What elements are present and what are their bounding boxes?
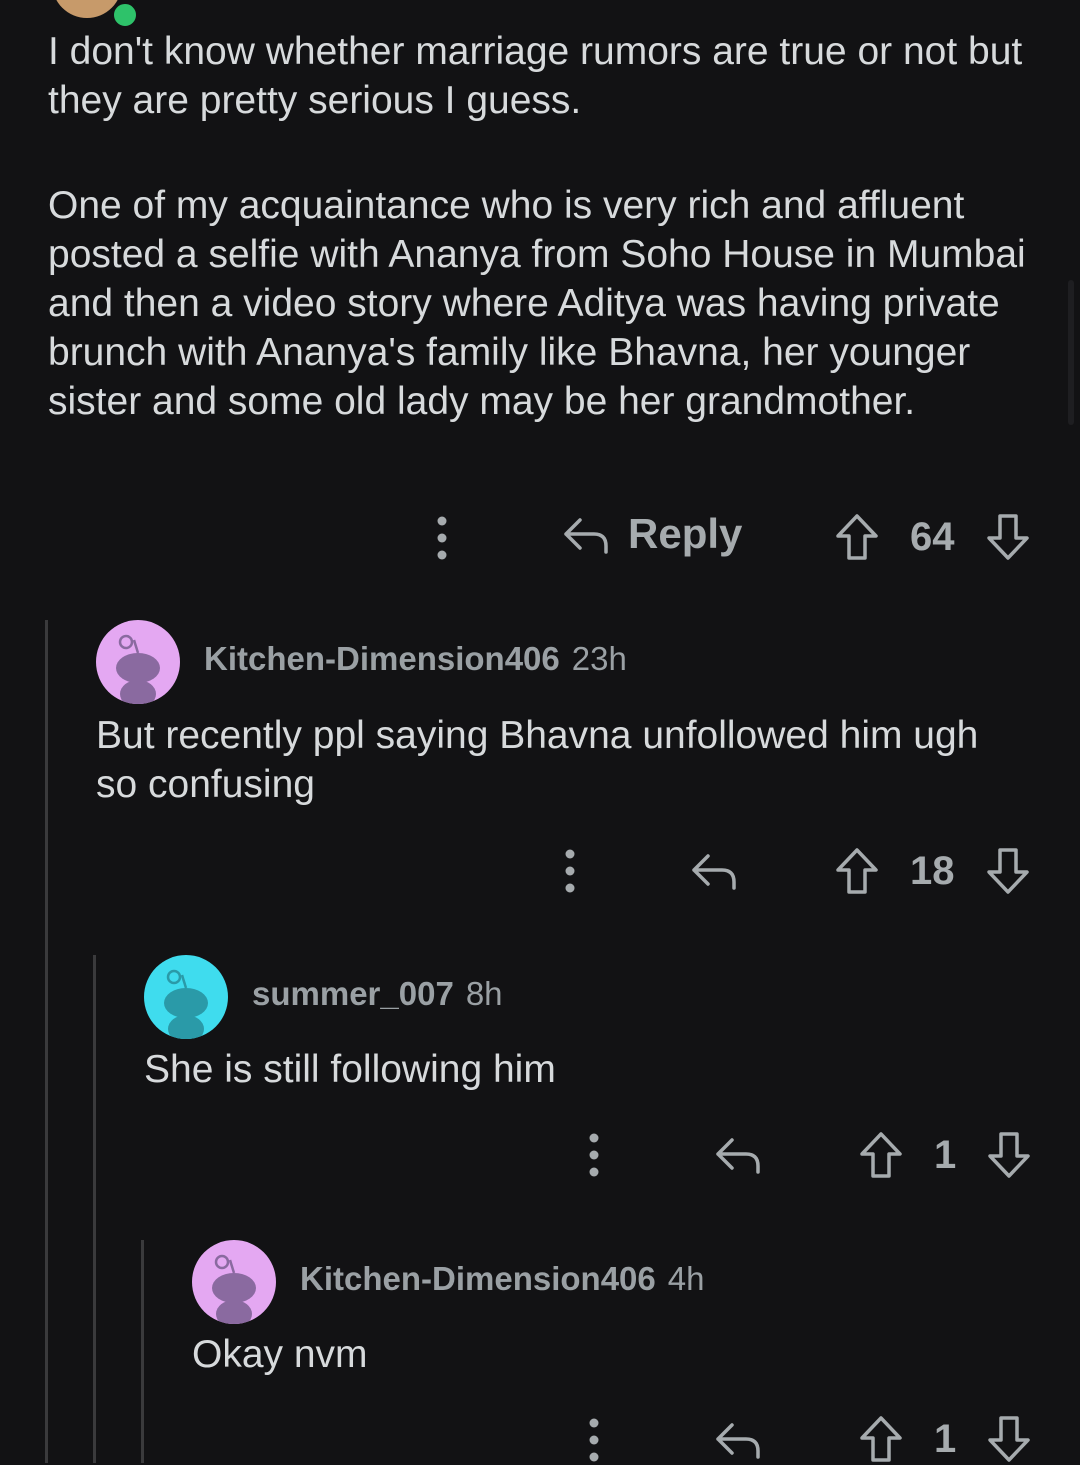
downvote-arrow-icon[interactable] bbox=[985, 846, 1031, 896]
thread-line[interactable] bbox=[45, 620, 48, 1463]
vote-count: 1 bbox=[934, 1132, 957, 1177]
comment-body: She is still following him bbox=[144, 1048, 556, 1091]
comment-body-paragraph: I don't know whether marriage rumors are… bbox=[48, 30, 1023, 122]
avatar[interactable] bbox=[192, 1240, 276, 1324]
more-options-icon[interactable] bbox=[422, 513, 462, 563]
downvote-arrow-icon[interactable] bbox=[985, 512, 1031, 562]
vote-controls: 1 bbox=[858, 1130, 1032, 1180]
comment-body: Okay nvm bbox=[192, 1333, 368, 1376]
comment-body: But recently ppl saying Bhavna unfollowe… bbox=[96, 714, 979, 806]
vote-count: 64 bbox=[910, 514, 955, 559]
downvote-arrow-icon[interactable] bbox=[986, 1130, 1032, 1180]
comment-meta: Kitchen-Dimension406 23h bbox=[204, 640, 627, 678]
vote-count: 1 bbox=[934, 1416, 957, 1461]
thread-line[interactable] bbox=[141, 1240, 144, 1463]
vote-count: 18 bbox=[910, 848, 955, 893]
timestamp: 4h bbox=[667, 1260, 705, 1297]
more-options-icon[interactable] bbox=[574, 1130, 614, 1180]
avatar[interactable] bbox=[144, 955, 228, 1039]
reply-label: Reply bbox=[628, 510, 743, 557]
upvote-arrow-icon[interactable] bbox=[858, 1130, 904, 1180]
reply-arrow-icon[interactable] bbox=[714, 1132, 762, 1176]
avatar[interactable] bbox=[96, 620, 180, 704]
timestamp: 8h bbox=[465, 975, 503, 1012]
reply-arrow-icon[interactable] bbox=[690, 848, 738, 892]
scrollbar-thumb[interactable] bbox=[1068, 280, 1074, 425]
vote-controls: 1 bbox=[858, 1414, 1032, 1464]
more-options-icon[interactable] bbox=[550, 846, 590, 896]
thread-line[interactable] bbox=[93, 955, 96, 1463]
username[interactable]: Kitchen-Dimension406 bbox=[300, 1260, 656, 1297]
reply-arrow-icon[interactable] bbox=[714, 1417, 762, 1461]
online-status-dot bbox=[111, 1, 139, 29]
vote-controls: 64 bbox=[834, 512, 1031, 562]
username[interactable]: summer_007 bbox=[252, 975, 454, 1012]
upvote-arrow-icon[interactable] bbox=[834, 512, 880, 562]
comment-meta: summer_007 8h bbox=[252, 975, 503, 1013]
comment-body-paragraph: One of my acquaintance who is very rich … bbox=[48, 184, 1026, 423]
comment-meta: Kitchen-Dimension406 4h bbox=[300, 1260, 704, 1298]
timestamp: 23h bbox=[571, 640, 627, 677]
username[interactable]: Kitchen-Dimension406 bbox=[204, 640, 560, 677]
downvote-arrow-icon[interactable] bbox=[986, 1414, 1032, 1464]
vote-controls: 18 bbox=[834, 846, 1031, 896]
upvote-arrow-icon[interactable] bbox=[834, 846, 880, 896]
reply-button[interactable]: Reply bbox=[562, 510, 742, 558]
more-options-icon[interactable] bbox=[574, 1415, 614, 1465]
reply-arrow-icon bbox=[562, 512, 610, 556]
upvote-arrow-icon[interactable] bbox=[858, 1414, 904, 1464]
